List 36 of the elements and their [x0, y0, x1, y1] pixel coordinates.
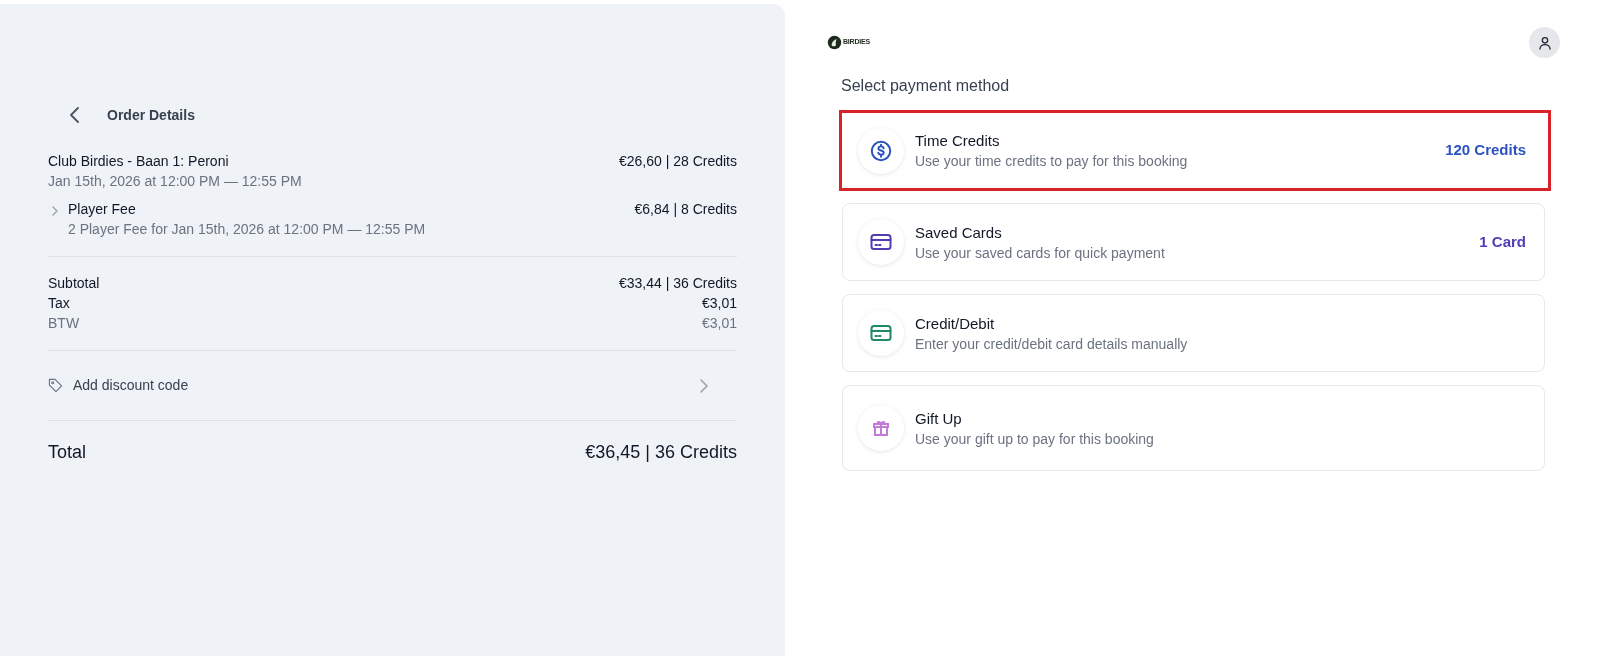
- payment-method-card[interactable]: Saved Cards Use your saved cards for quick payment 1 Card: [842, 203, 1545, 281]
- method-title: Credit/Debit: [915, 313, 996, 334]
- summary-label: BTW: [48, 314, 80, 333]
- fee-name: Player Fee: [68, 200, 136, 219]
- method-description: Use your gift up to pay for this booking: [915, 429, 1155, 449]
- item-name: Club Birdies - Baan 1: Peroni: [48, 152, 229, 171]
- fee-price: €6,84 | 8 Credits: [634, 200, 737, 219]
- payment-method-card[interactable]: Gift Up Use your gift up to pay for this booking: [842, 385, 1545, 471]
- method-balance: 120 Credits: [1445, 140, 1526, 161]
- user-icon[interactable]: [1529, 27, 1560, 58]
- chevron-right-icon: [700, 378, 708, 393]
- summary-label: Subtotal: [48, 274, 100, 293]
- summary-label: Tax: [48, 294, 70, 313]
- fee-description: 2 Player Fee for Jan 15th, 2026 at 12:00 PM — 12:55 PM: [68, 220, 427, 239]
- order-details-title: Order Details: [107, 105, 195, 125]
- summary-amount: €33,44 | 36 Credits: [618, 274, 737, 293]
- chevron-left-icon: [69, 107, 79, 123]
- payment-method-card[interactable]: Credit/Debit Enter your credit/debit card details manually: [842, 294, 1545, 372]
- total-label: Total: [48, 441, 87, 464]
- method-title: Time Credits: [915, 131, 1001, 151]
- method-description: Use your saved cards for quick payment: [915, 243, 1166, 263]
- logo-icon: [827, 35, 842, 50]
- method-balance: 1 Card: [1479, 231, 1526, 252]
- section-title: Select payment method: [840, 76, 1011, 96]
- item-date: Jan 15th, 2026 at 12:00 PM — 12:55 PM: [48, 172, 303, 191]
- method-title: Saved Cards: [915, 222, 1003, 243]
- method-description: Use your time credits to pay for this booking: [915, 152, 1189, 171]
- add-discount-button[interactable]: Add discount code: [48, 351, 737, 420]
- total-amount: €36,45 | 36 Credits: [585, 441, 737, 464]
- summary-amount: €3,01: [701, 314, 737, 333]
- method-title: Gift Up: [915, 408, 963, 429]
- summary-amount: €3,01: [701, 294, 737, 313]
- item-price: €26,60 | 28 Credits: [618, 152, 737, 171]
- tag-icon: [48, 378, 63, 393]
- method-description: Enter your credit/debit card details manually: [915, 334, 1189, 354]
- payment-method-card[interactable]: Time Credits Use your time credits to pay for this booking 120 Credits: [839, 110, 1551, 191]
